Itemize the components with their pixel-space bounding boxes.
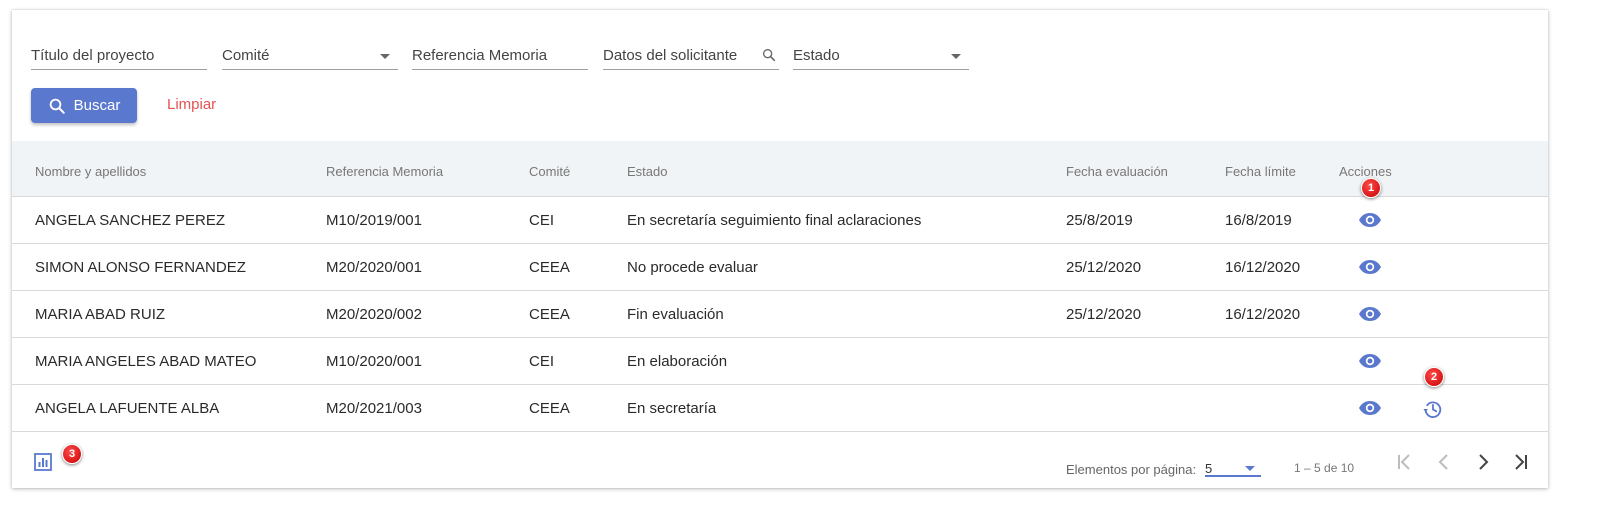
chart-icon[interactable] <box>34 453 52 471</box>
cell-reference: M10/2020/001 <box>326 353 422 370</box>
header-actions: Acciones <box>1339 164 1392 179</box>
table-row: MARIA ABAD RUIZ M20/2020/002 CEEA Fin ev… <box>12 291 1548 338</box>
marker-badge: 3 <box>62 444 82 464</box>
header-name[interactable]: Nombre y apellidos <box>35 164 146 179</box>
page-range: 1 – 5 de 10 <box>1294 461 1355 475</box>
cell-deadline: 16/12/2020 <box>1225 306 1301 323</box>
table-row: ANGELA SANCHEZ PEREZ M10/2019/001 CEI En… <box>12 197 1548 244</box>
search-button-label: Buscar <box>73 97 121 114</box>
applicant-filter-label: Datos del solicitante <box>603 47 738 64</box>
cell-evaluation-date: 25/8/2019 <box>1066 212 1133 229</box>
cell-deadline: 16/12/2020 <box>1225 259 1301 276</box>
eye-icon[interactable] <box>1358 306 1382 322</box>
cell-status: En secretaría seguimiento final aclaraci… <box>627 212 922 229</box>
reference-filter-input[interactable]: Referencia Memoria <box>412 38 588 70</box>
search-card: Título del proyecto Comité Referencia Me… <box>12 10 1548 488</box>
header-deadline[interactable]: Fecha límite <box>1225 164 1296 179</box>
cell-name: SIMON ALONSO FERNANDEZ <box>35 259 246 276</box>
cell-committee: CEEA <box>529 400 570 417</box>
committee-select-label: Comité <box>222 47 270 64</box>
title-filter-label: Título del proyecto <box>31 47 155 64</box>
status-select[interactable]: Estado <box>793 38 969 70</box>
chevron-down-icon <box>380 54 390 59</box>
cell-status: En elaboración <box>627 353 728 370</box>
cell-name: MARIA ABAD RUIZ <box>35 306 166 323</box>
cell-committee: CEEA <box>529 259 570 276</box>
cell-reference: M20/2021/003 <box>326 400 422 417</box>
cell-reference: M20/2020/001 <box>326 259 422 276</box>
committee-select[interactable]: Comité <box>222 38 398 70</box>
chevron-down-icon <box>951 54 961 59</box>
eye-icon[interactable] <box>1358 400 1382 416</box>
prev-page-icon[interactable] <box>1432 450 1456 474</box>
cell-evaluation-date: 25/12/2020 <box>1066 259 1142 276</box>
search-button[interactable]: Buscar <box>31 88 137 123</box>
cell-status: No procede evaluar <box>627 259 758 276</box>
table-header: Nombre y apellidos Referencia Memoria Co… <box>12 141 1548 197</box>
marker-badge: 1 <box>1361 178 1381 198</box>
history-icon[interactable] <box>1422 398 1444 420</box>
header-committee[interactable]: Comité <box>529 164 570 179</box>
header-evaluation-date[interactable]: Fecha evaluación <box>1066 164 1168 179</box>
page-size-label: Elementos por página: <box>1066 462 1197 477</box>
cell-name: ANGELA LAFUENTE ALBA <box>35 400 220 417</box>
clear-button[interactable]: Limpiar <box>167 96 216 113</box>
reference-filter-label: Referencia Memoria <box>412 47 548 64</box>
cell-evaluation-date: 25/12/2020 <box>1066 306 1142 323</box>
search-icon <box>49 98 65 114</box>
page-size-select[interactable]: 5 <box>1205 451 1261 477</box>
cell-status: En secretaría <box>627 400 717 417</box>
cell-reference: M20/2020/002 <box>326 306 422 323</box>
table-row: SIMON ALONSO FERNANDEZ M20/2020/001 CEEA… <box>12 244 1548 291</box>
header-reference[interactable]: Referencia Memoria <box>326 164 443 179</box>
first-page-icon[interactable] <box>1392 450 1416 474</box>
cell-deadline: 16/8/2019 <box>1225 212 1292 229</box>
title-filter-input[interactable]: Título del proyecto <box>31 38 207 70</box>
next-page-icon[interactable] <box>1471 450 1495 474</box>
marker-badge: 2 <box>1424 367 1444 387</box>
cell-status: Fin evaluación <box>627 306 724 323</box>
cell-name: ANGELA SANCHEZ PEREZ <box>35 212 226 229</box>
chevron-down-icon <box>1245 466 1255 471</box>
table-row: ANGELA LAFUENTE ALBA M20/2021/003 CEEA E… <box>12 385 1548 432</box>
table-row: MARIA ANGELES ABAD MATEO M10/2020/001 CE… <box>12 338 1548 385</box>
cell-committee: CEEA <box>529 306 570 323</box>
cell-reference: M10/2019/001 <box>326 212 422 229</box>
eye-icon[interactable] <box>1358 353 1382 369</box>
last-page-icon[interactable] <box>1509 450 1533 474</box>
status-select-label: Estado <box>793 47 840 64</box>
cell-committee: CEI <box>529 353 555 370</box>
header-status[interactable]: Estado <box>627 164 667 179</box>
eye-icon[interactable] <box>1358 259 1382 275</box>
cell-committee: CEI <box>529 212 555 229</box>
applicant-filter-input[interactable]: Datos del solicitante <box>603 38 779 70</box>
eye-icon[interactable] <box>1358 212 1382 228</box>
cell-name: MARIA ANGELES ABAD MATEO <box>35 353 257 370</box>
page-size-value: 5 <box>1205 461 1213 476</box>
search-icon[interactable] <box>761 47 777 63</box>
